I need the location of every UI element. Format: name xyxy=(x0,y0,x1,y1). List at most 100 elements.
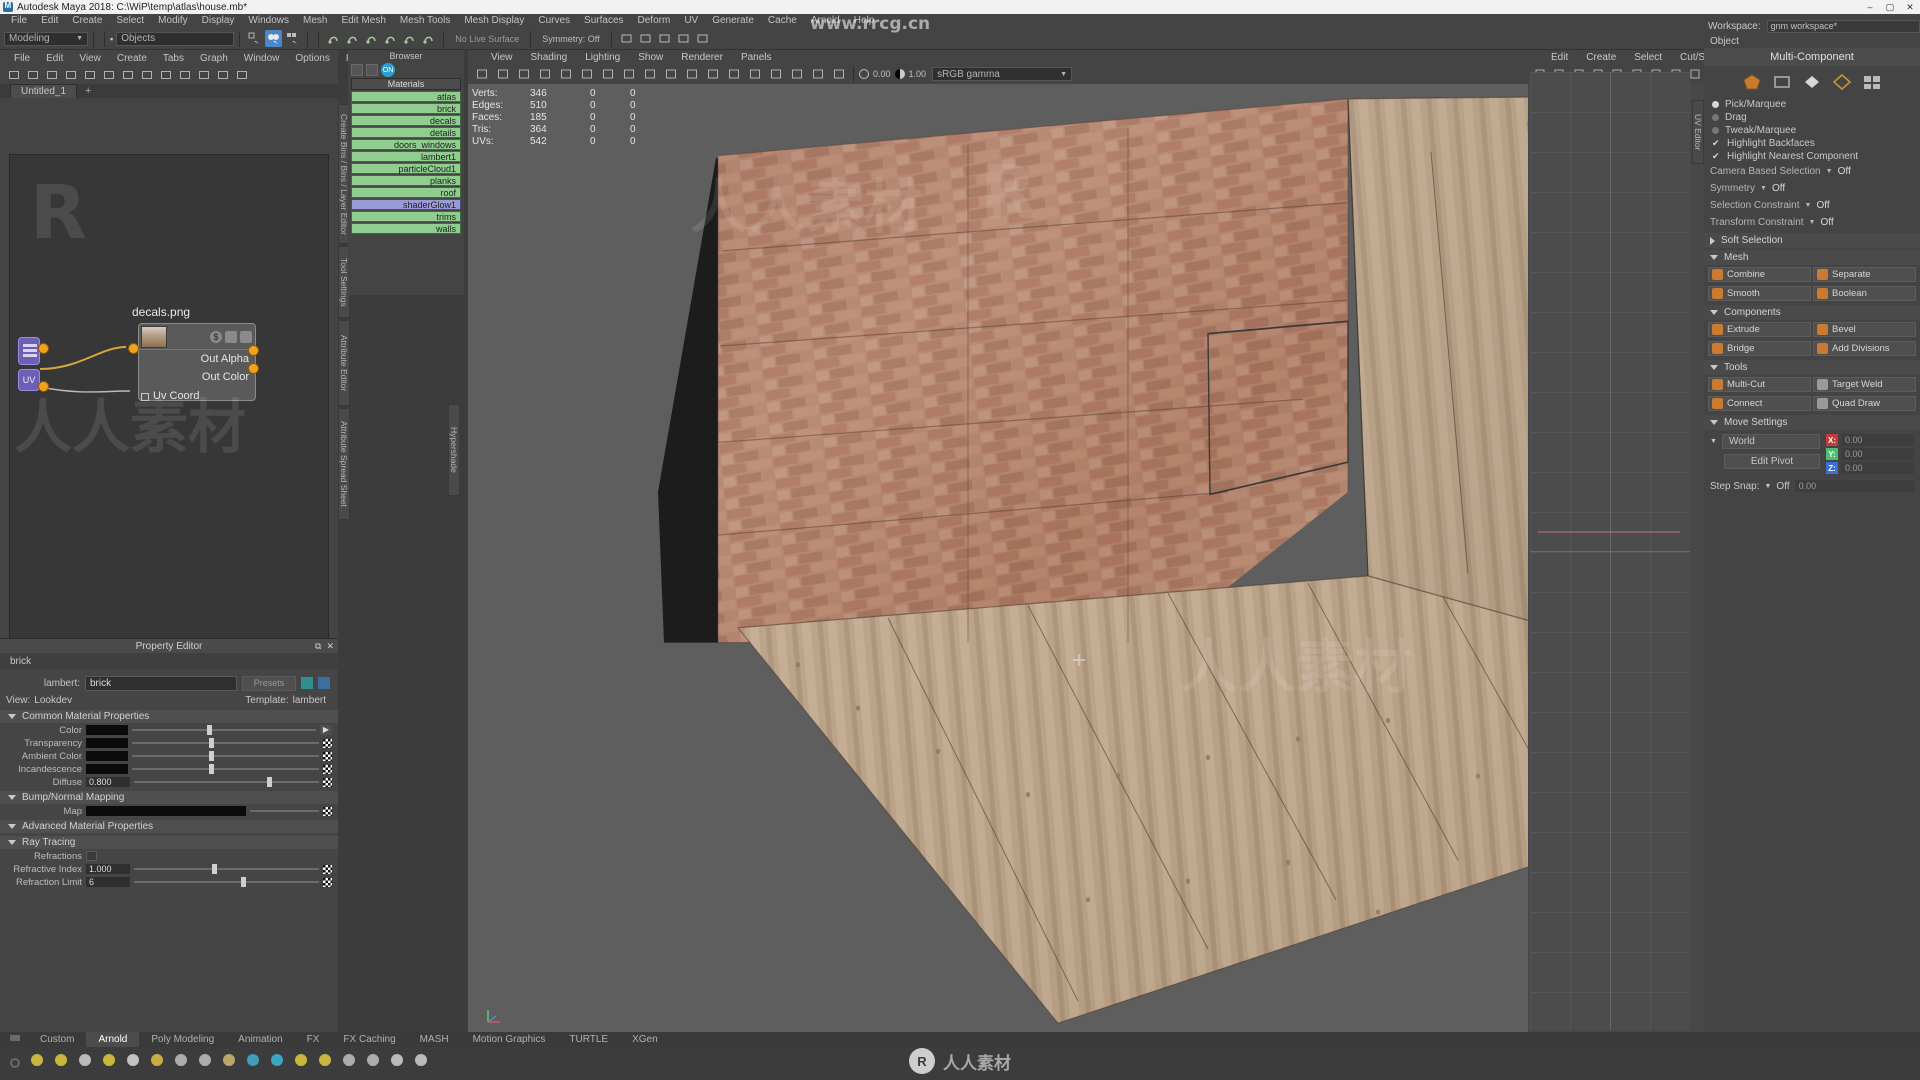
option-caret-icon[interactable]: ▼ xyxy=(1805,202,1812,209)
menu-item-modify[interactable]: Modify xyxy=(151,14,194,28)
strip-hypershade[interactable]: Hypershade xyxy=(448,404,460,496)
snap-to-curve-icon[interactable] xyxy=(344,30,361,47)
material-item-planks[interactable]: planks xyxy=(351,175,461,186)
option-camera-based-selection[interactable]: Camera Based Selection ▼ Off xyxy=(1704,163,1920,180)
show-connections-icon[interactable] xyxy=(138,67,155,84)
select-by-component-type-icon[interactable] xyxy=(284,30,301,47)
detail-view-icon[interactable] xyxy=(214,67,231,84)
object-mode-row[interactable]: Object xyxy=(1704,34,1920,48)
radio-pick-marquee[interactable]: Pick/Marquee xyxy=(1704,98,1920,111)
section-header-common-material-properties[interactable]: Common Material Properties xyxy=(0,710,338,723)
material-item-roof[interactable]: roof xyxy=(351,187,461,198)
smooth-shade-icon[interactable] xyxy=(620,66,637,83)
uv-menu-create[interactable]: Create xyxy=(1577,52,1625,63)
step-snap-amount[interactable]: 0.00 xyxy=(1794,480,1914,492)
tool-button-bevel[interactable]: Bevel xyxy=(1813,322,1916,337)
menu-set-dropdown[interactable]: Modeling ▼ xyxy=(4,31,88,46)
checkbox-highlight-nearest-component[interactable]: ✔ Highlight Nearest Component xyxy=(1704,150,1920,163)
menu-item-cache[interactable]: Cache xyxy=(761,14,804,28)
material-item-atlas[interactable]: atlas xyxy=(351,91,461,102)
hypershade-menu-window[interactable]: Window xyxy=(236,53,288,64)
input-connections-icon[interactable] xyxy=(675,30,692,47)
menu-item-file[interactable]: File xyxy=(4,14,34,28)
house-model-3d[interactable] xyxy=(468,84,1528,1048)
material-item-shaderGlow1[interactable]: shaderGlow1 xyxy=(351,199,461,210)
lights-icon[interactable] xyxy=(662,66,679,83)
gamma-value[interactable]: 1.00 xyxy=(909,69,927,79)
attr-color-swatch[interactable] xyxy=(86,764,128,774)
tool-button-boolean[interactable]: Boolean xyxy=(1813,286,1916,301)
tool-button-smooth[interactable]: Smooth xyxy=(1708,286,1811,301)
menu-item-mesh-tools[interactable]: Mesh Tools xyxy=(393,14,457,28)
arnold-standin-create-icon[interactable] xyxy=(172,1051,190,1069)
snap-to-projected-center-icon[interactable] xyxy=(382,30,399,47)
attr-slider[interactable] xyxy=(132,725,316,735)
attr-slider-knob[interactable] xyxy=(208,738,214,748)
shelf-tab-xgen[interactable]: XGen xyxy=(620,1032,670,1047)
redo-icon[interactable] xyxy=(656,30,673,47)
material-item-trims[interactable]: trims xyxy=(351,211,461,222)
attr-map-button[interactable] xyxy=(323,864,332,874)
menu-item-edit[interactable]: Edit xyxy=(34,14,65,28)
material-item-details[interactable]: details xyxy=(351,127,461,138)
tool-button-multi-cut[interactable]: Multi-Cut xyxy=(1708,377,1811,392)
xray-icon[interactable] xyxy=(683,66,700,83)
browser-list-icon[interactable] xyxy=(366,64,378,76)
lasso-tool-icon[interactable] xyxy=(494,66,511,83)
hypershade-menu-file[interactable]: File xyxy=(6,53,38,64)
attr-value-field[interactable]: 6 xyxy=(86,877,130,887)
rotate-tool-icon[interactable] xyxy=(557,66,574,83)
large-swatch-icon[interactable] xyxy=(195,67,212,84)
attr-slider[interactable] xyxy=(132,764,319,774)
presets-button[interactable]: Presets xyxy=(242,675,296,691)
make-live-icon[interactable] xyxy=(420,30,437,47)
search-icon[interactable] xyxy=(233,67,250,84)
attr-slider-knob[interactable] xyxy=(208,764,214,774)
arnold-standin-export-icon[interactable] xyxy=(196,1051,214,1069)
move-settings-header[interactable]: Move Settings xyxy=(1704,415,1920,430)
maximize-button[interactable]: ▢ xyxy=(1880,0,1900,14)
uv-output-port[interactable] xyxy=(38,381,49,392)
selection-mask-dropdown[interactable]: Objects xyxy=(116,31,235,46)
arnold-scene-source-icon[interactable] xyxy=(244,1051,262,1069)
arnold-sky-dome-icon[interactable] xyxy=(76,1051,94,1069)
attr-map-button[interactable] xyxy=(323,877,332,887)
hypershade-menu-edit[interactable]: Edit xyxy=(38,53,71,64)
xray-joints-icon[interactable] xyxy=(704,66,721,83)
node-collapse-button[interactable] xyxy=(225,330,237,343)
tool-button-combine[interactable]: Combine xyxy=(1708,267,1811,282)
template-value[interactable]: lambert xyxy=(293,695,332,706)
material-item-brick[interactable]: brick xyxy=(351,103,461,114)
select-tool-icon[interactable] xyxy=(473,66,490,83)
clear-graph-icon[interactable] xyxy=(62,67,79,84)
move-space-button[interactable]: World xyxy=(1721,434,1820,449)
material-item-particleCloud1[interactable]: particleCloud1 xyxy=(351,163,461,174)
section-header-advanced-material-properties[interactable]: Advanced Material Properties xyxy=(0,820,338,833)
attr-slider[interactable] xyxy=(134,777,319,787)
option-caret-icon[interactable]: ▼ xyxy=(1809,219,1816,226)
xray-active-icon[interactable] xyxy=(830,66,847,83)
step-snap-caret-icon[interactable]: ▼ xyxy=(1764,483,1771,490)
hypershade-menu-tabs[interactable]: Tabs xyxy=(155,53,192,64)
property-editor-undock-icon[interactable]: ⧉ xyxy=(315,641,321,652)
exposure-value[interactable]: 0.00 xyxy=(873,69,891,79)
list-view-icon[interactable] xyxy=(157,67,174,84)
file-node-out-alpha-port[interactable] xyxy=(248,345,259,356)
move-tool-icon[interactable] xyxy=(536,66,553,83)
option-symmetry[interactable]: Symmetry ▼ Off xyxy=(1704,180,1920,197)
attr-slider[interactable] xyxy=(134,864,319,874)
attr-map-button[interactable] xyxy=(323,738,332,748)
attr-color-swatch[interactable] xyxy=(86,738,128,748)
select-by-object-type-icon[interactable] xyxy=(265,30,283,47)
radio-drag[interactable]: Drag xyxy=(1704,111,1920,124)
shelf-tab-poly-modeling[interactable]: Poly Modeling xyxy=(139,1032,226,1047)
graph-input-output-icon[interactable] xyxy=(24,67,41,84)
menu-item-generate[interactable]: Generate xyxy=(705,14,761,28)
construction-history-icon[interactable] xyxy=(618,30,635,47)
menu-item-edit-mesh[interactable]: Edit Mesh xyxy=(334,14,392,28)
attr-value-field[interactable]: 1.000 xyxy=(86,864,130,874)
menu-item-curves[interactable]: Curves xyxy=(531,14,577,28)
file-node-out-color-port[interactable] xyxy=(248,363,259,374)
strip-attribute-editor[interactable]: Attribute Editor xyxy=(338,320,350,406)
tool-button-connect[interactable]: Connect xyxy=(1708,396,1811,411)
